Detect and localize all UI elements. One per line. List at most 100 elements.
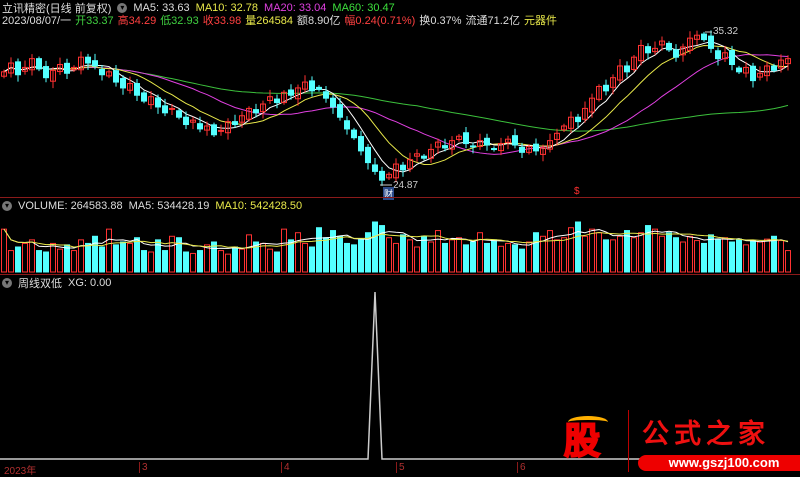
candle-body (197, 123, 203, 130)
volume-bar (78, 239, 84, 273)
volume-bar (680, 241, 686, 273)
volume-bar (484, 242, 490, 273)
candle-body (344, 120, 350, 130)
volume-bar (1, 228, 7, 273)
volume-bar (50, 242, 56, 273)
volume-bar (337, 235, 343, 273)
candle-body (218, 129, 224, 132)
volume-bar (526, 241, 532, 273)
volume-bar (281, 228, 287, 273)
volume-bar (421, 235, 427, 273)
volume-bar (764, 238, 770, 273)
candle-body (715, 50, 721, 60)
divider (628, 410, 629, 472)
watermark-url: www.gszj100.com (638, 455, 800, 471)
watermark-brand: 公式之家 (642, 419, 770, 450)
volume-bar (547, 230, 553, 273)
volume-bar (659, 235, 665, 273)
volume-bar (666, 232, 672, 273)
volume-bar (708, 234, 714, 273)
volume-bar (442, 242, 448, 273)
volume-bar (477, 232, 483, 273)
volume-header: ▾ VOLUME: 264583.88 MA5: 534428.19 MA10:… (2, 199, 302, 212)
bull-horns-icon (568, 416, 608, 428)
volume-bar (757, 241, 763, 273)
volume-bar (575, 221, 581, 273)
candle-body (729, 49, 735, 66)
volume-bar (638, 232, 644, 273)
volume-bar (561, 237, 567, 273)
pane-divider[interactable] (0, 274, 800, 275)
volume-bar (603, 239, 609, 273)
candle-body (575, 116, 581, 123)
volume-bar (463, 244, 469, 273)
volume-bar (190, 252, 196, 273)
collapse-icon[interactable]: ▾ (2, 200, 12, 211)
volume-bar (470, 241, 476, 273)
dollar-marker[interactable]: $ (574, 186, 580, 197)
volume-chart[interactable] (0, 212, 800, 274)
axis-label: 6 (517, 462, 526, 473)
candle-body (365, 146, 371, 164)
low-price-label: 24.87 (393, 180, 419, 191)
volume-bar (106, 228, 112, 273)
volume-bar (372, 221, 378, 273)
candle-body (323, 91, 329, 99)
volume-bar (393, 242, 399, 273)
candle-body (442, 145, 448, 149)
volume-bar (610, 239, 616, 273)
volume-bar (512, 244, 518, 273)
volume-bar (750, 240, 756, 273)
candle-body (183, 116, 189, 126)
candle-body (673, 49, 679, 58)
volume-bar (743, 244, 749, 273)
candle-body (15, 61, 21, 76)
volume-bar (785, 250, 791, 273)
volume-bar (15, 246, 21, 273)
candle-body (351, 129, 357, 139)
candle-body (624, 65, 630, 73)
price-chart[interactable] (0, 0, 800, 197)
candle-body (176, 110, 182, 118)
volume-bar (323, 237, 329, 273)
candle-body (232, 121, 238, 126)
pane-divider[interactable] (0, 197, 800, 198)
volume-ma5: MA5: 534428.19 (128, 199, 210, 212)
volume-bar (358, 239, 364, 273)
volume-bar (771, 235, 777, 273)
volume-bar (22, 242, 28, 273)
volume-bar (778, 240, 784, 273)
candle-body (736, 67, 742, 73)
volume-bar (246, 234, 252, 273)
candle-body (288, 89, 294, 96)
volume-bar (309, 246, 315, 273)
volume-bar (162, 250, 168, 273)
volume-bar (141, 250, 147, 273)
candle-body (155, 97, 161, 108)
volume-bar (407, 239, 413, 273)
volume-bar (449, 239, 455, 273)
candle-body (372, 164, 378, 172)
candle-body (400, 164, 406, 171)
candle-body (85, 56, 91, 64)
volume-bar (491, 239, 497, 273)
volume-bar (505, 242, 511, 273)
volume-ma10: MA10: 542428.50 (215, 199, 303, 212)
volume-bar (582, 235, 588, 273)
watermark: 股 公式之家 www.gszj100.com (556, 410, 800, 475)
candle-body (274, 98, 280, 104)
candle-body (141, 92, 147, 102)
candle-body (134, 83, 140, 96)
volume-bar (596, 232, 602, 273)
volume-bar (624, 230, 630, 273)
candle-body (337, 104, 343, 118)
volume-bar (232, 246, 238, 273)
volume-bar (316, 227, 322, 273)
volume-bar (554, 239, 560, 273)
volume-bar (197, 250, 203, 273)
volume-bar (43, 251, 49, 273)
volume-bar (148, 251, 154, 273)
volume-value: VOLUME: 264583.88 (18, 199, 123, 212)
volume-bar (351, 244, 357, 273)
finance-marker[interactable]: 财 (383, 187, 395, 200)
